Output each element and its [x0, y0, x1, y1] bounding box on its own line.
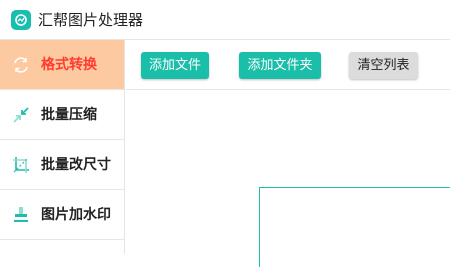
sidebar-item-watermark[interactable]: 图片加水印: [0, 190, 124, 240]
sidebar-item-compress[interactable]: 批量压缩: [0, 90, 124, 140]
toolbar: 添加文件 添加文件夹 清空列表: [126, 40, 450, 90]
sidebar-item-label: 批量压缩: [41, 107, 97, 123]
format-convert-icon: [11, 55, 31, 75]
sidebar-item-resize[interactable]: 批量改尺寸: [0, 140, 124, 190]
drop-zone[interactable]: [259, 187, 450, 267]
add-file-button[interactable]: 添加文件: [141, 52, 209, 79]
sidebar-item-label: 格式转换: [41, 57, 97, 73]
clear-list-button[interactable]: 清空列表: [349, 52, 418, 79]
watermark-icon: [11, 205, 31, 225]
sidebar: 格式转换 批量压缩 批量改尺寸 图片加水印: [0, 40, 125, 254]
sidebar-item-label: 批量改尺寸: [41, 157, 111, 173]
resize-icon: [11, 155, 31, 175]
sidebar-item-label: 图片加水印: [41, 207, 111, 223]
file-list-area: [126, 91, 450, 267]
title-bar: 汇帮图片处理器: [0, 0, 450, 40]
compress-icon: [11, 105, 31, 125]
app-title: 汇帮图片处理器: [38, 11, 144, 29]
add-folder-button[interactable]: 添加文件夹: [239, 52, 321, 79]
sidebar-item-format-convert[interactable]: 格式转换: [0, 40, 124, 90]
app-logo-icon: [11, 10, 31, 30]
